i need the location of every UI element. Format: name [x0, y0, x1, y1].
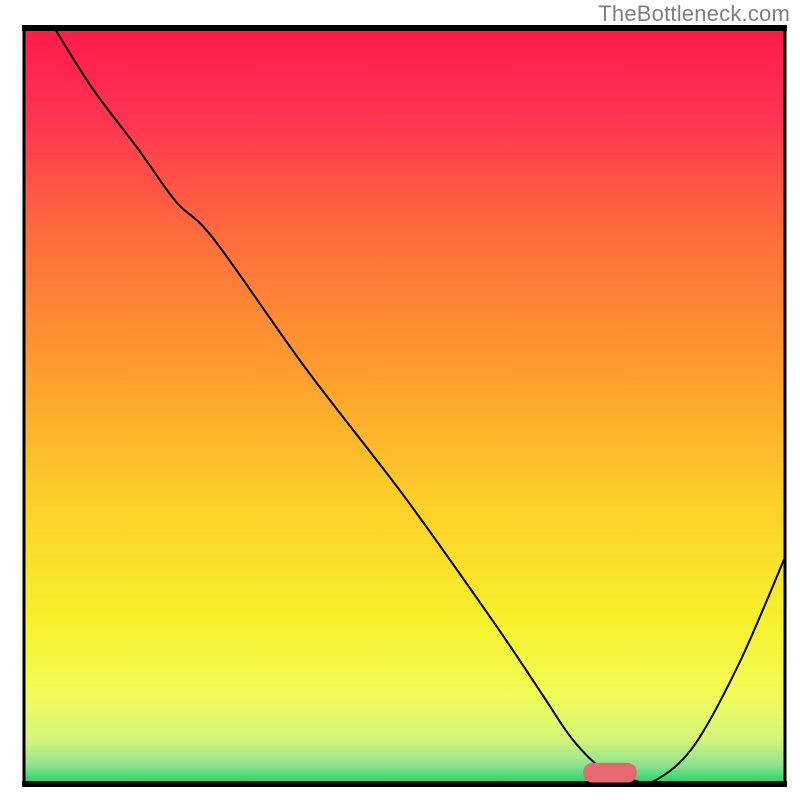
plot-background — [24, 28, 785, 784]
optimal-marker-pill — [583, 763, 636, 783]
watermark-text: TheBottleneck.com — [598, 0, 790, 28]
bottleneck-chart-svg — [0, 0, 800, 800]
chart-container: TheBottleneck.com — [0, 0, 800, 800]
